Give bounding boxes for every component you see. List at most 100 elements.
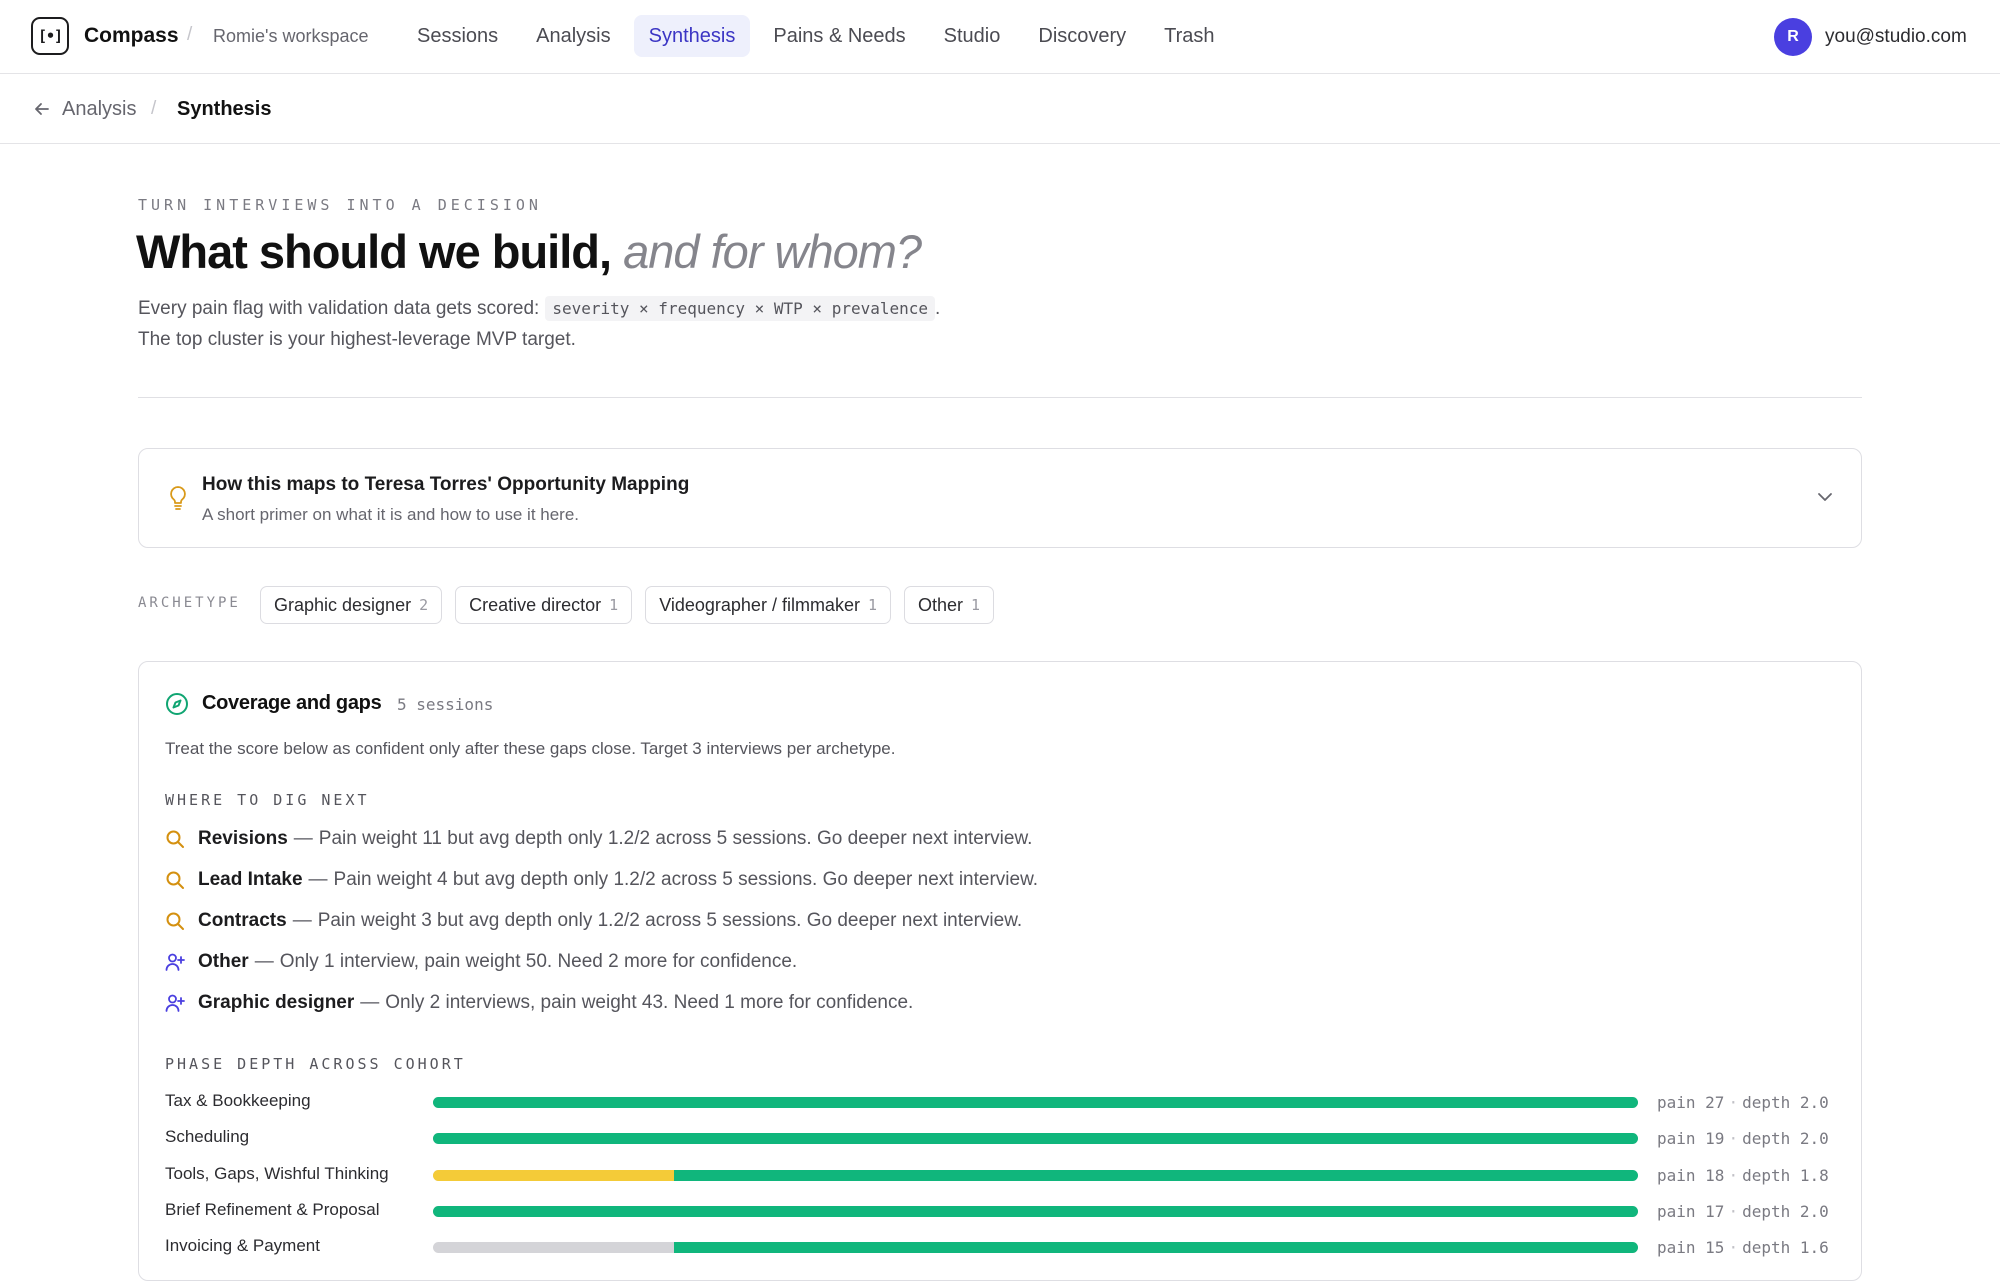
phase-stats: pain 17 · depth 2.0 bbox=[1657, 1202, 1829, 1221]
phase-name: Brief Refinement & Proposal bbox=[165, 1200, 380, 1219]
archetype-filter: Graphic designer 2 Creative director 1 Vid… bbox=[260, 586, 995, 624]
phase-row: Tax & Bookkeeping pain 27 · depth 2.0 bbox=[165, 1089, 1837, 1115]
dig-item-name: Contracts bbox=[198, 910, 287, 931]
dig-item-name: Revisions bbox=[198, 828, 288, 849]
archetype-chip-creative-director[interactable]: Creative director 1 bbox=[455, 586, 633, 624]
phase-pain: pain 17 bbox=[1657, 1202, 1725, 1221]
lede-prefix: Every pain flag with validation data get… bbox=[138, 298, 540, 319]
dig-item-text: Only 2 interviews, pain weight 43. Need … bbox=[385, 992, 914, 1013]
phase-row: Tools, Gaps, Wishful Thinking pain 18 · de… bbox=[165, 1162, 1837, 1188]
primer-subtitle: A short primer on what it is and how to … bbox=[202, 505, 580, 524]
page-title-accent: and for whom? bbox=[623, 225, 922, 278]
chip-count: 1 bbox=[867, 596, 877, 614]
phase-depth: depth 1.6 bbox=[1742, 1238, 1829, 1257]
nav-tab-pains-needs[interactable]: Pains & Needs bbox=[758, 15, 920, 57]
phase-row: Brief Refinement & Proposal pain 17 · dept… bbox=[165, 1198, 1837, 1224]
phase-depth-bar bbox=[433, 1170, 1638, 1181]
archetype-chip-videographer[interactable]: Videographer / filmmaker 1 bbox=[645, 586, 891, 624]
main-nav: Sessions Analysis Synthesis Pains & Need… bbox=[402, 15, 1230, 57]
workspace-name[interactable]: Romie's workspace bbox=[213, 26, 369, 47]
opportunity-mapping-primer[interactable]: How this maps to Teresa Torres' Opportun… bbox=[138, 448, 1862, 548]
dash: — bbox=[293, 828, 313, 849]
compass-icon bbox=[166, 693, 188, 715]
phase-depth-bar bbox=[433, 1206, 1638, 1217]
phase-deep-segment bbox=[433, 1133, 1638, 1144]
workspace-separator: / bbox=[187, 24, 193, 45]
card-description: Treat the score below as confident only … bbox=[165, 739, 896, 758]
chip-label: Creative director bbox=[469, 594, 602, 615]
dash: — bbox=[292, 910, 312, 931]
chip-count: 1 bbox=[971, 596, 981, 614]
search-icon bbox=[166, 830, 184, 848]
dig-item: Contracts — Pain weight 3 but avg depth on… bbox=[165, 907, 1022, 935]
phase-pain: pain 27 bbox=[1657, 1093, 1725, 1112]
phase-depth-label: PHASE DEPTH ACROSS COHORT bbox=[165, 1055, 466, 1073]
chip-label: Videographer / filmmaker bbox=[659, 594, 860, 615]
phase-shallow-segment bbox=[433, 1170, 674, 1181]
chip-count: 1 bbox=[609, 596, 619, 614]
phase-stats: pain 18 · depth 1.8 bbox=[1657, 1166, 1829, 1185]
nav-tab-sessions[interactable]: Sessions bbox=[402, 15, 513, 57]
nav-tab-synthesis[interactable]: Synthesis bbox=[633, 15, 751, 57]
user-email[interactable]: you@studio.com bbox=[1825, 26, 1967, 48]
nav-tab-studio[interactable]: Studio bbox=[929, 15, 1016, 57]
phase-depth-bar bbox=[433, 1097, 1638, 1108]
phase-deep-segment bbox=[433, 1206, 1638, 1217]
page-lede: Every pain flag with validation data get… bbox=[138, 296, 940, 321]
dig-item-name: Other bbox=[198, 951, 249, 972]
phase-depth: depth 2.0 bbox=[1742, 1202, 1829, 1221]
chevron-down-icon[interactable] bbox=[1815, 489, 1835, 505]
dash: — bbox=[360, 992, 380, 1013]
phase-depth-bar bbox=[433, 1133, 1638, 1144]
top-navigation-bar: [•] Compass / Romie's workspace Sessions… bbox=[0, 0, 2000, 74]
phase-stats: pain 27 · depth 2.0 bbox=[1657, 1093, 1829, 1112]
archetype-chip-other[interactable]: Other 1 bbox=[903, 586, 995, 624]
dash: — bbox=[308, 869, 328, 890]
breadcrumb-current-page: Synthesis bbox=[177, 98, 272, 120]
page-eyebrow: TURN INTERVIEWS INTO A DECISION bbox=[138, 196, 542, 214]
dig-item-text: Pain weight 4 but avg depth only 1.2/2 a… bbox=[333, 869, 1039, 890]
archetype-chip-graphic-designer[interactable]: Graphic designer 2 bbox=[260, 586, 443, 624]
phase-depth: depth 2.0 bbox=[1742, 1093, 1829, 1112]
lightbulb-icon bbox=[170, 486, 186, 510]
arrow-left-icon[interactable] bbox=[33, 100, 51, 118]
page-lede-line2: The top cluster is your highest-leverage… bbox=[138, 329, 576, 350]
page-title-main: What should we build, bbox=[136, 225, 612, 278]
phase-stats: pain 19 · depth 2.0 bbox=[1657, 1129, 1829, 1148]
dig-item: Revisions — Pain weight 11 but avg depth o… bbox=[165, 825, 1032, 853]
section-divider bbox=[138, 397, 1862, 398]
dig-item-text: Only 1 interview, pain weight 50. Need 2… bbox=[279, 951, 798, 972]
phase-depth: depth 1.8 bbox=[1742, 1166, 1829, 1185]
dig-item-name: Graphic designer bbox=[198, 992, 355, 1013]
nav-tab-discovery[interactable]: Discovery bbox=[1023, 15, 1141, 57]
phase-name: Tools, Gaps, Wishful Thinking bbox=[165, 1164, 389, 1183]
breadcrumb: Analysis / Synthesis bbox=[0, 74, 2000, 144]
phase-row: Invoicing & Payment pain 15 · depth 1.6 bbox=[165, 1234, 1837, 1260]
page-title: What should we build, and for whom? bbox=[136, 224, 922, 279]
chip-count: 2 bbox=[419, 596, 429, 614]
dig-item: Lead Intake — Pain weight 4 but avg depth … bbox=[165, 866, 1038, 894]
archetype-label: ARCHETYPE bbox=[138, 595, 241, 611]
primer-title: How this maps to Teresa Torres' Opportun… bbox=[202, 474, 690, 495]
phase-pain: pain 19 bbox=[1657, 1129, 1725, 1148]
phase-name: Invoicing & Payment bbox=[165, 1236, 320, 1255]
lede-suffix: . bbox=[935, 298, 941, 319]
phase-stats: pain 15 · depth 1.6 bbox=[1657, 1238, 1829, 1257]
breadcrumb-analysis-link[interactable]: Analysis bbox=[62, 98, 136, 121]
phase-deep-segment bbox=[674, 1170, 1638, 1181]
chip-label: Other bbox=[917, 594, 964, 615]
score-formula: severity × frequency × WTP × prevalence bbox=[545, 296, 936, 321]
user-avatar[interactable]: R bbox=[1774, 18, 1812, 56]
dash: — bbox=[254, 951, 274, 972]
card-title: Coverage and gaps bbox=[202, 692, 382, 714]
compass-logo-icon[interactable]: [•] bbox=[31, 17, 69, 55]
chip-label: Graphic designer bbox=[274, 594, 412, 615]
nav-tab-trash[interactable]: Trash bbox=[1149, 15, 1229, 57]
dig-next-label: WHERE TO DIG NEXT bbox=[165, 791, 370, 809]
user-plus-icon bbox=[165, 953, 185, 971]
phase-deep-segment bbox=[433, 1097, 1638, 1108]
breadcrumb-separator: / bbox=[151, 98, 157, 119]
nav-tab-analysis[interactable]: Analysis bbox=[521, 15, 625, 57]
brand-name[interactable]: Compass bbox=[84, 24, 179, 48]
dig-item: Other — Only 1 interview, pain weight 50. … bbox=[165, 948, 797, 976]
